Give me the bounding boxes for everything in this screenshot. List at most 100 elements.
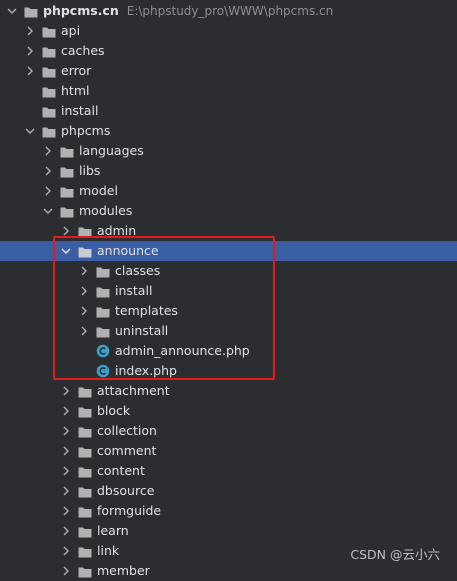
folder-icon <box>96 327 110 338</box>
chevron-right-icon[interactable] <box>42 145 54 157</box>
tree-item-label: uninstall <box>115 323 169 338</box>
folder-icon <box>60 207 74 218</box>
folder-icon <box>96 267 110 278</box>
tree-item-label: install <box>115 283 153 298</box>
chevron-right-icon[interactable] <box>78 285 90 297</box>
tree-folder-dbsource[interactable]: dbsource <box>0 481 457 501</box>
tree-item-label: phpcms <box>61 123 111 138</box>
chevron-right-icon[interactable] <box>60 525 72 537</box>
tree-folder-install[interactable]: install <box>0 101 457 121</box>
tree-item-label: announce <box>97 243 159 258</box>
tree-folder-modules[interactable]: modules <box>0 201 457 221</box>
chevron-right-icon[interactable] <box>60 465 72 477</box>
tree-folder-content[interactable]: content <box>0 461 457 481</box>
php-class-file-icon <box>96 364 110 378</box>
folder-icon <box>78 507 92 518</box>
chevron-right-icon[interactable] <box>60 385 72 397</box>
folder-icon <box>78 427 92 438</box>
tree-item-label: dbsource <box>97 483 155 498</box>
tree-folder-admin[interactable]: admin <box>0 221 457 241</box>
tree-folder-install[interactable]: install <box>0 281 457 301</box>
chevron-right-icon[interactable] <box>24 65 36 77</box>
tree-folder-formguide[interactable]: formguide <box>0 501 457 521</box>
tree-item-label: formguide <box>97 503 162 518</box>
chevron-right-icon[interactable] <box>60 425 72 437</box>
project-tree: phpcms.cn E:\phpstudy_pro\WWW\phpcms.cn a… <box>0 1 457 581</box>
tree-item-label: classes <box>115 263 161 278</box>
chevron-right-icon[interactable] <box>42 185 54 197</box>
folder-icon <box>78 247 92 258</box>
tree-folder-announce[interactable]: announce <box>0 241 457 261</box>
tree-item-label: attachment <box>97 383 170 398</box>
folder-icon <box>42 67 56 78</box>
tree-folder-libs[interactable]: libs <box>0 161 457 181</box>
tree-item-label: html <box>61 83 90 98</box>
chevron-right-icon[interactable] <box>60 225 72 237</box>
chevron-right-icon[interactable] <box>78 305 90 317</box>
tree-folder-api[interactable]: api <box>0 21 457 41</box>
folder-icon <box>42 27 56 38</box>
tree-file-admin-announce-php[interactable]: admin_announce.php <box>0 341 457 361</box>
tree-folder-member[interactable]: member <box>0 561 457 581</box>
tree-item-label: libs <box>79 163 101 178</box>
chevron-right-icon[interactable] <box>60 505 72 517</box>
tree-folder-block[interactable]: block <box>0 401 457 421</box>
tree-folder-comment[interactable]: comment <box>0 441 457 461</box>
chevron-right-icon[interactable] <box>78 265 90 277</box>
folder-icon <box>60 147 74 158</box>
tree-folder-phpcms[interactable]: phpcms <box>0 121 457 141</box>
tree-item-label: comment <box>97 443 157 458</box>
chevron-right-icon[interactable] <box>60 485 72 497</box>
folder-icon <box>78 407 92 418</box>
folder-icon <box>42 127 56 138</box>
chevron-down-icon[interactable] <box>60 245 72 257</box>
tree-folder-html[interactable]: html <box>0 81 457 101</box>
chevron-right-icon[interactable] <box>60 565 72 577</box>
folder-icon <box>42 47 56 58</box>
tree-file-index-php[interactable]: index.php <box>0 361 457 381</box>
tree-item-label: languages <box>79 143 144 158</box>
chevron-down-icon[interactable] <box>6 5 18 17</box>
chevron-right-icon[interactable] <box>24 45 36 57</box>
folder-icon <box>60 167 74 178</box>
chevron-right-icon[interactable] <box>60 405 72 417</box>
chevron-down-icon[interactable] <box>24 125 36 137</box>
tree-folder-attachment[interactable]: attachment <box>0 381 457 401</box>
tree-folder-caches[interactable]: caches <box>0 41 457 61</box>
tree-item-label: link <box>97 543 120 558</box>
tree-folder-languages[interactable]: languages <box>0 141 457 161</box>
tree-folder-error[interactable]: error <box>0 61 457 81</box>
folder-icon <box>78 527 92 538</box>
tree-root-row[interactable]: phpcms.cn E:\phpstudy_pro\WWW\phpcms.cn <box>0 1 457 21</box>
folder-icon <box>24 7 38 18</box>
tree-folder-collection[interactable]: collection <box>0 421 457 441</box>
tree-folder-uninstall[interactable]: uninstall <box>0 321 457 341</box>
tree-item-label: block <box>97 403 131 418</box>
chevron-right-icon[interactable] <box>60 445 72 457</box>
tree-folder-learn[interactable]: learn <box>0 521 457 541</box>
tree-item-label: modules <box>79 203 133 218</box>
folder-icon <box>78 547 92 558</box>
folder-icon <box>78 447 92 458</box>
folder-icon <box>96 307 110 318</box>
php-class-file-icon <box>96 344 110 358</box>
tree-item-label: admin_announce.php <box>115 343 250 358</box>
tree-item-label: caches <box>61 43 105 58</box>
chevron-right-icon[interactable] <box>78 325 90 337</box>
tree-item-label: collection <box>97 423 157 438</box>
tree-item-label: api <box>61 23 81 38</box>
tree-item-label: templates <box>115 303 178 318</box>
tree-item-label: index.php <box>115 363 177 378</box>
tree-folder-classes[interactable]: classes <box>0 261 457 281</box>
folder-icon <box>60 187 74 198</box>
tree-item-label: admin <box>97 223 137 238</box>
chevron-right-icon[interactable] <box>24 25 36 37</box>
chevron-right-icon[interactable] <box>42 165 54 177</box>
tree-item-label: learn <box>97 523 129 538</box>
folder-icon <box>42 107 56 118</box>
tree-folder-templates[interactable]: templates <box>0 301 457 321</box>
folder-icon <box>42 87 56 98</box>
chevron-down-icon[interactable] <box>42 205 54 217</box>
tree-folder-model[interactable]: model <box>0 181 457 201</box>
chevron-right-icon[interactable] <box>60 545 72 557</box>
